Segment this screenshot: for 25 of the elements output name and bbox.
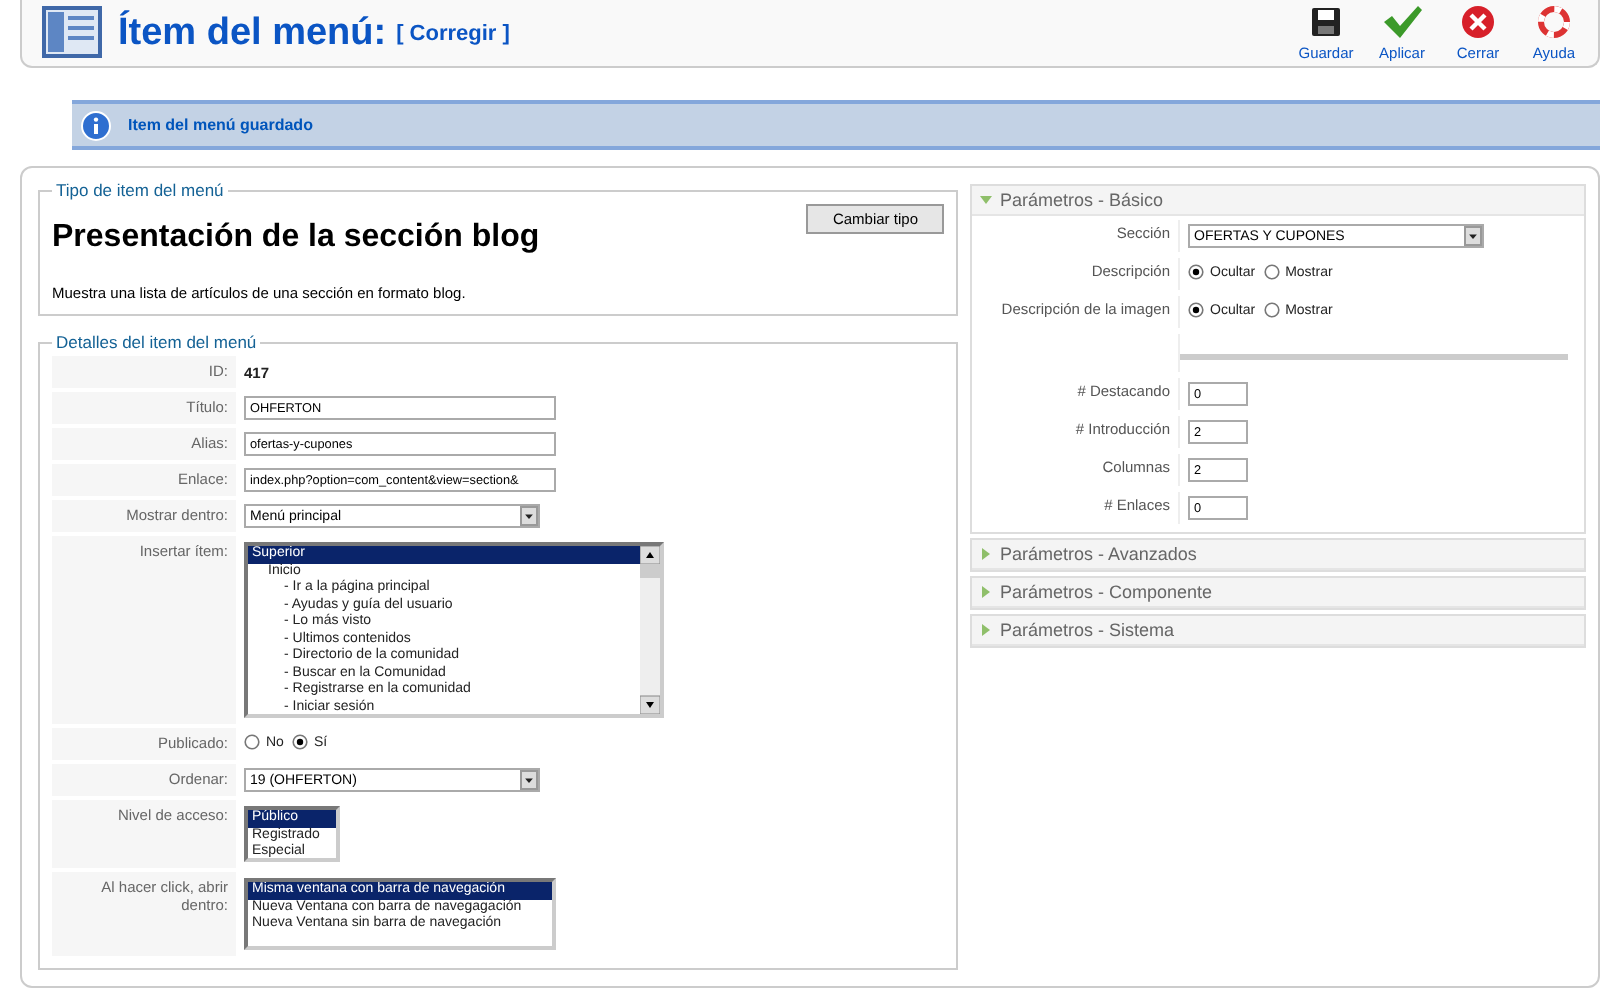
panel-header[interactable]: Parámetros - Avanzados (972, 540, 1584, 570)
page-title: Ítem del menú: (118, 11, 387, 56)
radio-button[interactable] (1188, 302, 1204, 318)
triangle-down-icon (980, 194, 992, 206)
triangle-right-icon (980, 624, 992, 636)
fieldset-legend: Detalles del item del menú (52, 332, 261, 352)
panel-header[interactable]: Parámetros - Básico (972, 186, 1584, 216)
panel-header[interactable]: Parámetros - Componente (972, 578, 1584, 608)
radio-button[interactable] (244, 734, 260, 750)
info-icon (80, 109, 112, 142)
radio-button[interactable] (1188, 264, 1204, 280)
fieldset-legend: Tipo de item del menú (52, 180, 228, 200)
triangle-right-icon (980, 586, 992, 598)
radio-button[interactable] (1263, 302, 1280, 318)
panel-header[interactable]: Parámetros - Sistema (972, 616, 1584, 646)
triangle-right-icon (980, 548, 992, 560)
radio-button[interactable] (1263, 264, 1280, 280)
menu-item-icon (42, 5, 102, 62)
radio-button[interactable] (291, 734, 308, 750)
list-box[interactable] (244, 542, 664, 718)
type-heading: Presentación de la sección blog (52, 220, 540, 256)
checkmark-icon (1382, 4, 1422, 41)
scrollbar-drawing[interactable] (640, 546, 660, 714)
message-text: Item del menú guardado (128, 116, 313, 135)
page-subtitle: [ Corregir ] (396, 21, 510, 46)
